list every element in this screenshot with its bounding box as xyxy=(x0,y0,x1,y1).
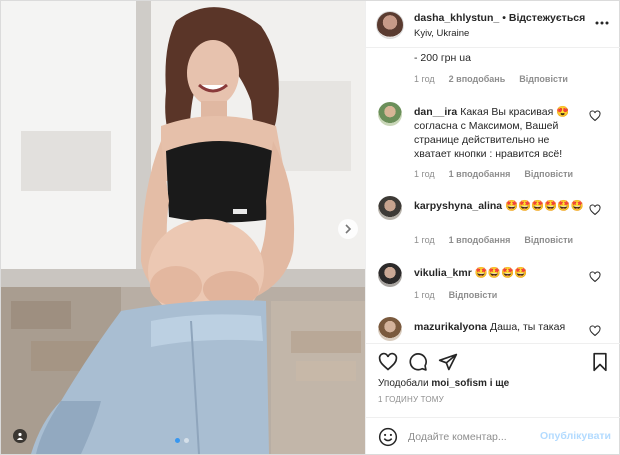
add-comment-bar: Опублікувати xyxy=(366,417,620,454)
author-username[interactable]: dasha_khlystun_ xyxy=(414,12,499,24)
comment-icon[interactable] xyxy=(408,352,428,372)
caption-tail: - 200 грн ua xyxy=(414,52,471,64)
comment-time[interactable]: 1 год xyxy=(414,169,435,179)
carousel-dot-1 xyxy=(175,438,180,443)
post-comment-button[interactable]: Опублікувати xyxy=(540,430,611,442)
paper-plane-icon[interactable] xyxy=(438,352,458,372)
likes-user[interactable]: moi_sofism xyxy=(431,378,487,389)
comment-time[interactable]: 1 год xyxy=(414,290,435,300)
comment-like-icon[interactable] xyxy=(589,325,601,337)
caption-reply-button[interactable]: Відповісти xyxy=(519,74,568,84)
comment-reply-button[interactable]: Відповісти xyxy=(524,169,573,179)
comment-text: Даша, ты такая xyxy=(489,321,566,333)
author-avatar[interactable] xyxy=(376,11,404,39)
comment-body: dan__ira Какая Вы красивая 😍 согласна с М… xyxy=(414,105,586,161)
likes-others-link[interactable]: і ще xyxy=(490,378,510,389)
commenter-avatar[interactable] xyxy=(378,263,402,287)
caption-time[interactable]: 1 год xyxy=(414,74,435,84)
photo-scene xyxy=(1,1,365,454)
heart-icon[interactable] xyxy=(378,352,398,372)
comment-like-icon[interactable] xyxy=(589,271,601,283)
chevron-right-icon xyxy=(345,224,352,234)
comment-like-icon[interactable] xyxy=(589,110,601,122)
comment-text: 🤩🤩🤩🤩🤩🤩 xyxy=(505,200,584,212)
commenter-avatar[interactable] xyxy=(378,317,402,341)
comment-meta: 1 год 1 вподобання Відповісти xyxy=(414,169,573,179)
follow-status-button[interactable]: Відстежується xyxy=(509,12,585,24)
comment-body: mazurikalyona Даша, ты такая xyxy=(414,320,586,334)
post-photo[interactable] xyxy=(1,1,365,454)
comment-like-icon[interactable] xyxy=(589,204,601,216)
post-location[interactable]: Kyiv, Ukraine xyxy=(414,28,469,39)
comments-list[interactable]: - 200 грн ua 1 год 2 вподобань Відповіст… xyxy=(366,48,620,343)
instagram-post: dasha_khlystun_ • Відстежується Kyiv, Ukra… xyxy=(0,0,620,455)
bookmark-icon[interactable] xyxy=(590,352,610,372)
post-header: dasha_khlystun_ • Відстежується Kyiv, Ukra… xyxy=(366,1,620,48)
post-side-panel: dasha_khlystun_ • Відстежується Kyiv, Ukra… xyxy=(365,1,620,454)
comment-likes[interactable]: 1 вподобання xyxy=(449,169,511,179)
caption-likes[interactable]: 2 вподобань xyxy=(449,74,506,84)
post-timestamp[interactable]: 1 ГОДИНУ ТОМУ xyxy=(378,395,444,404)
comment-reply-button[interactable]: Відповісти xyxy=(524,235,573,245)
comment-body: vikulia_kmr 🤩🤩🤩🤩 xyxy=(414,266,586,280)
header-separator: • xyxy=(502,12,506,24)
comment-body: karpyshyna_alina 🤩🤩🤩🤩🤩🤩 xyxy=(414,199,586,213)
commenter-avatar[interactable] xyxy=(378,196,402,220)
user-tag-icon[interactable] xyxy=(13,429,27,443)
likes-summary: Уподобали moi_sofism і ще xyxy=(378,378,509,389)
action-bar xyxy=(366,343,620,377)
comment-time[interactable]: 1 год xyxy=(414,235,435,245)
likes-prefix: Уподобали xyxy=(378,378,429,389)
carousel-indicator xyxy=(175,438,189,443)
commenter-avatar[interactable] xyxy=(378,102,402,126)
caption-meta: 1 год 2 вподобань Відповісти xyxy=(414,74,568,84)
comment-meta: 1 год Відповісти xyxy=(414,290,497,300)
commenter-username[interactable]: vikulia_kmr xyxy=(414,267,472,279)
carousel-next-button[interactable] xyxy=(338,219,358,239)
comment-likes[interactable]: 1 вподобання xyxy=(449,235,511,245)
comment-reply-button[interactable]: Відповісти xyxy=(449,290,498,300)
commenter-username[interactable]: mazurikalyona xyxy=(414,321,487,333)
comment-meta: 1 год 1 вподобання Відповісти xyxy=(414,235,573,245)
comment-input[interactable] xyxy=(408,427,533,447)
commenter-username[interactable]: karpyshyna_alina xyxy=(414,200,502,212)
carousel-dot-2 xyxy=(184,438,189,443)
comment-text: 🤩🤩🤩🤩 xyxy=(474,267,528,279)
author-line: dasha_khlystun_ • Відстежується xyxy=(414,12,585,24)
commenter-username[interactable]: dan__ira xyxy=(414,106,457,118)
smiley-icon[interactable] xyxy=(378,427,398,447)
ellipsis-icon[interactable] xyxy=(594,15,610,31)
